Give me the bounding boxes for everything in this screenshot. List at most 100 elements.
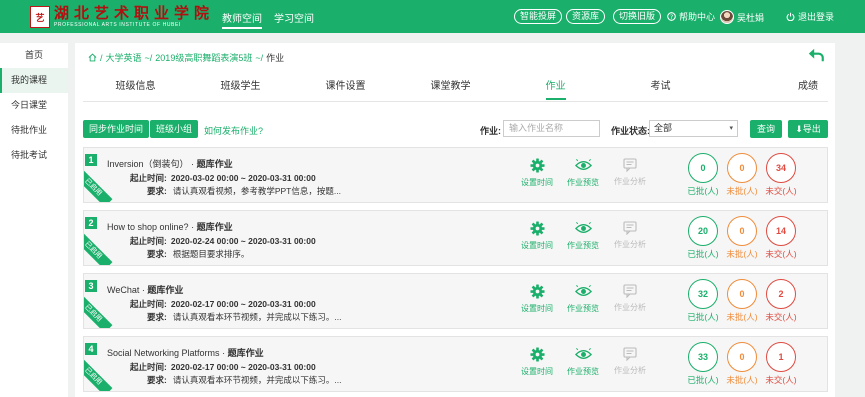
eye-icon [574, 222, 592, 233]
sidebar-item-home[interactable]: 首页 [0, 43, 68, 68]
homework-analysis-button: 作业分析 [610, 284, 650, 313]
set-time-button[interactable]: 设置时间 [517, 221, 557, 251]
assignment-card[interactable]: 1 已启用 Inversion（倒装句） · 题库作业 起止时间: 2020-03-02… [83, 147, 828, 203]
assignment-period: 起止时间: 2020-03-02 00:00 ~ 2020-03-31 00:00 [130, 173, 316, 183]
ungraded-count[interactable]: 0 未批(人) [725, 153, 759, 197]
home-icon[interactable] [88, 53, 97, 62]
smart-cast-button[interactable]: 智能投屏 [514, 9, 563, 24]
assignment-requirement-text: 请认真观看本环节视频，并完成以下练习。... [172, 375, 342, 385]
user-menu[interactable]: 吴杜娟 [720, 10, 764, 24]
preview-homework-button[interactable]: 作业预览 [563, 158, 603, 188]
set-time-button[interactable]: 设置时间 [517, 347, 557, 377]
nav-teacher-space[interactable]: 教师空间 [222, 10, 262, 29]
switch-old-version-button[interactable]: 切换旧版 [613, 9, 662, 24]
back-arrow-icon[interactable] [807, 46, 825, 64]
set-time-button[interactable]: 设置时间 [517, 158, 557, 188]
ungraded-count[interactable]: 0 未批(人) [725, 342, 759, 386]
unsubmitted-count[interactable]: 14 未交(人) [764, 216, 798, 260]
assignment-card[interactable]: 3 已启用 WeChat · 题库作业 起止时间: 2020-02-17 00:00 ~… [83, 273, 828, 329]
homework-name-input[interactable]: 输入作业名称 [503, 120, 600, 137]
avatar [720, 10, 734, 24]
graded-count[interactable]: 32 已批(人) [686, 279, 720, 323]
preview-homework-button[interactable]: 作业预览 [563, 284, 603, 314]
assignment-requirement: 要求: 请认真观看视频，参考教学PPT信息，按题... [147, 186, 341, 196]
breadcrumb-class[interactable]: 2019级高职舞蹈表演5班 [155, 51, 252, 64]
help-icon: ? [667, 12, 676, 21]
tab-courseware-settings[interactable]: 课件设置 [293, 72, 398, 101]
logo-seal-icon: 艺 [30, 6, 50, 28]
status-select[interactable]: 全部 ▾ [649, 120, 738, 137]
breadcrumb-course[interactable]: 大学英语 [106, 51, 142, 64]
homework-analysis-button: 作业分析 [610, 158, 650, 187]
tab-homework[interactable]: 作业 [503, 72, 608, 101]
status-selected-value: 全部 [654, 123, 673, 133]
search-button[interactable]: 查询 [750, 120, 782, 138]
sidebar-item-pending-exams[interactable]: 待批考试 [0, 143, 68, 168]
assignment-number: 2 [85, 217, 97, 229]
assignment-requirement-text: 请认真观看本环节视频，并完成以下练习。... [172, 312, 342, 322]
graded-count[interactable]: 20 已批(人) [686, 216, 720, 260]
assignment-requirement: 要求: 请认真观看本环节视频，并完成以下练习。... [147, 375, 342, 385]
assignment-name: WeChat [107, 285, 140, 295]
export-button[interactable]: ⬇导出 [788, 120, 828, 138]
homework-search-label: 作业: [480, 126, 501, 136]
assignment-type: 题库作业 [196, 159, 233, 169]
sidebar-item-pending-homework[interactable]: 待批作业 [0, 118, 68, 143]
enabled-ribbon: 已启用 [84, 294, 113, 328]
how-to-publish-link[interactable]: 如何发布作业? [204, 124, 263, 137]
assignment-title[interactable]: Social Networking Platforms · 题库作业 [107, 346, 264, 359]
preview-homework-button[interactable]: 作业预览 [563, 347, 603, 377]
unsubmitted-count[interactable]: 2 未交(人) [764, 279, 798, 323]
class-group-button[interactable]: 班级小组 [150, 120, 199, 138]
help-center-link[interactable]: ? 帮助中心 [667, 10, 715, 23]
assignment-card[interactable]: 4 已启用 Social Networking Platforms · 题库作业 起止… [83, 336, 828, 392]
ungraded-count[interactable]: 0 未批(人) [725, 279, 759, 323]
export-icon: ⬇ [795, 124, 803, 134]
tab-grades[interactable]: 成绩 [713, 72, 828, 101]
set-time-button[interactable]: 设置时间 [517, 284, 557, 314]
assignment-number: 3 [85, 280, 97, 292]
assignment-title[interactable]: Inversion（倒装句） · 题库作业 [107, 157, 233, 170]
nav-learning-space[interactable]: 学习空间 [274, 10, 314, 29]
tab-class-students[interactable]: 班级学生 [188, 72, 293, 101]
power-icon [786, 12, 795, 21]
tab-exams[interactable]: 考试 [608, 72, 713, 101]
sidebar-item-my-courses[interactable]: 我的课程 [0, 68, 68, 93]
logo-english-name: PROFESSIONAL ARTS INSTITUTE OF HUBEI [54, 22, 181, 28]
assignment-period: 起止时间: 2020-02-17 00:00 ~ 2020-03-31 00:00 [130, 362, 316, 372]
gear-icon [529, 221, 545, 236]
assignment-type: 题库作业 [147, 285, 184, 295]
logout-link[interactable]: 退出登录 [786, 10, 834, 23]
graded-count[interactable]: 33 已批(人) [686, 342, 720, 386]
tab-classroom-teaching[interactable]: 课堂教学 [398, 72, 503, 101]
resource-library-button[interactable]: 资源库 [566, 9, 606, 24]
tab-class-info[interactable]: 班级信息 [83, 72, 188, 101]
assignment-name: Social Networking Platforms [107, 348, 220, 358]
gear-icon [529, 347, 545, 362]
assignment-title[interactable]: WeChat · 题库作业 [107, 283, 183, 296]
top-nav: 教师空间 学习空间 [222, 10, 314, 29]
sync-homework-time-button[interactable]: 同步作业时间 [83, 120, 150, 138]
svg-text:?: ? [670, 14, 673, 21]
chart-analysis-icon [623, 221, 637, 235]
sidebar-item-today-class[interactable]: 今日课堂 [0, 93, 68, 118]
homework-analysis-button: 作业分析 [610, 347, 650, 376]
assignment-requirement: 要求: 请认真观看本环节视频，并完成以下练习。... [147, 312, 342, 322]
assignment-time-range: 2020-02-24 00:00 ~ 2020-03-31 00:00 [170, 236, 316, 246]
main-panel: / 大学英语 ~/ 2019级高职舞蹈表演5班 ~/ 作业 班级信息 班级学生 … [75, 43, 835, 397]
preview-homework-button[interactable]: 作业预览 [563, 221, 603, 251]
chevron-down-icon: ▾ [729, 125, 733, 132]
assignment-name: Inversion（倒装句） [107, 159, 189, 169]
assignment-title[interactable]: How to shop online? · 题库作业 [107, 220, 233, 233]
chart-analysis-icon [623, 284, 637, 298]
school-logo[interactable]: 艺 湖北艺术职业学院 PROFESSIONAL ARTS INSTITUTE O… [30, 4, 214, 30]
graded-count[interactable]: 0 已批(人) [686, 153, 720, 197]
chart-analysis-icon [623, 158, 637, 172]
assignment-requirement: 要求: 根据题目要求排序。 [147, 249, 250, 259]
assignment-period: 起止时间: 2020-02-24 00:00 ~ 2020-03-31 00:00 [130, 236, 316, 246]
unsubmitted-count[interactable]: 34 未交(人) [764, 153, 798, 197]
assignment-card[interactable]: 2 已启用 How to shop online? · 题库作业 起止时间: 2020-… [83, 210, 828, 266]
ungraded-count[interactable]: 0 未批(人) [725, 216, 759, 260]
unsubmitted-count[interactable]: 1 未交(人) [764, 342, 798, 386]
breadcrumb: / 大学英语 ~/ 2019级高职舞蹈表演5班 ~/ 作业 [88, 51, 284, 64]
